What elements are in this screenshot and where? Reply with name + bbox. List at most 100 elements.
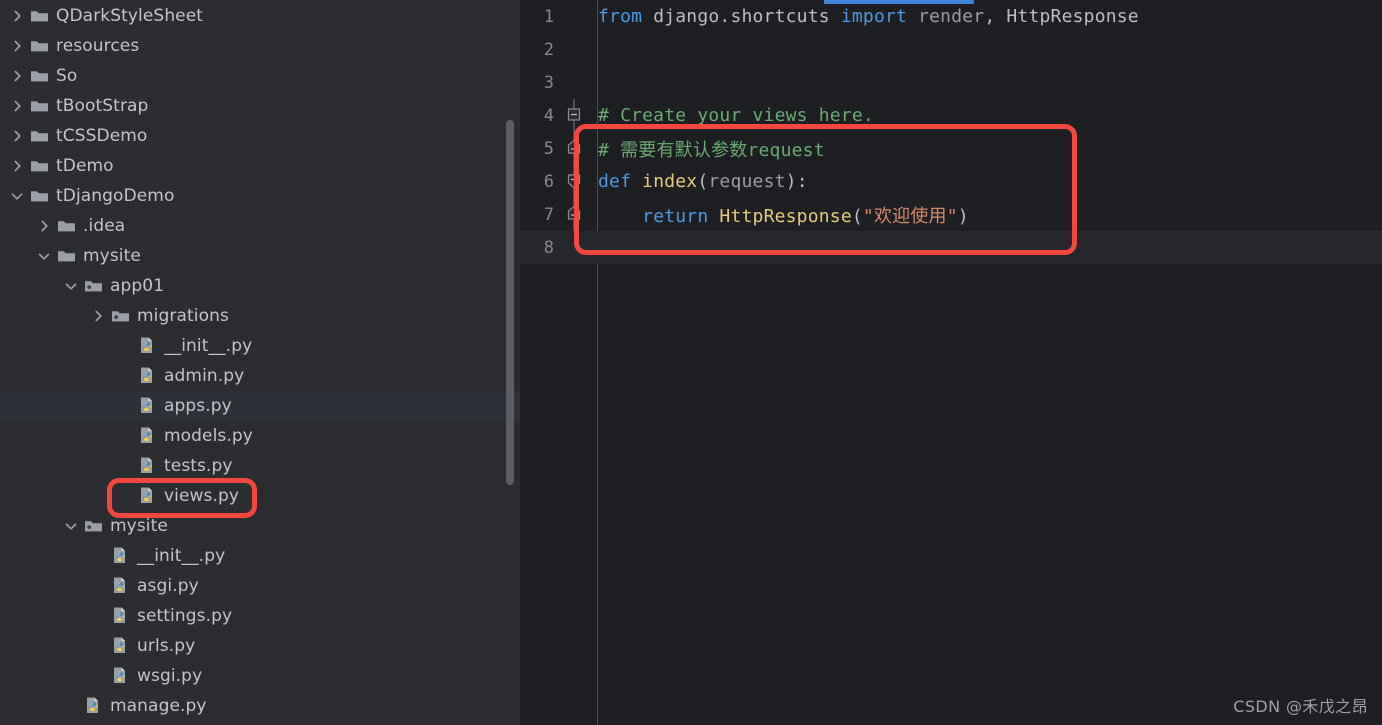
folder-icon (28, 126, 50, 146)
tree-item-label: __init__.py (137, 546, 226, 566)
chevron-right-icon[interactable] (8, 37, 26, 55)
chevron-down-icon[interactable] (62, 517, 80, 535)
tree-item-label: urls.py (137, 636, 196, 656)
chevron-right-icon[interactable] (8, 67, 26, 85)
tree-item-mysite[interactable]: mysite (0, 241, 520, 271)
folder-icon (28, 186, 50, 206)
code-token: ( (697, 171, 709, 192)
project-tree-panel[interactable]: QDarkStyleSheet resources So tBootStrap tCSS… (0, 0, 520, 725)
tree-item-tdjangodemo[interactable]: tDjangoDemo (0, 181, 520, 211)
tree-item-so[interactable]: So (0, 61, 520, 91)
code-line-6[interactable]: 6 def index(request): (520, 165, 1382, 198)
package-folder-icon (82, 516, 104, 536)
code-token: ) (957, 205, 969, 227)
python-file-icon (82, 696, 104, 716)
python-file-icon (136, 426, 158, 446)
code-area[interactable]: 1 from django.shortcuts import render, Ht… (520, 0, 1382, 725)
chevron-right-icon[interactable] (8, 127, 26, 145)
package-folder-icon (109, 306, 131, 326)
line-number: 5 (543, 138, 554, 159)
sidebar-scrollbar-track[interactable] (505, 0, 515, 725)
tree-item-admin-py[interactable]: admin.py (0, 361, 520, 391)
line-number: 6 (543, 171, 554, 192)
tree-item-idea[interactable]: .idea (0, 211, 520, 241)
code-editor-panel[interactable]: 1 from django.shortcuts import render, Ht… (520, 0, 1382, 725)
tree-item-tcssdemo[interactable]: tCSSDemo (0, 121, 520, 151)
chevron-down-icon[interactable] (8, 187, 26, 205)
code-fold-marker[interactable] (562, 33, 590, 66)
chevron-down-icon[interactable] (35, 247, 53, 265)
tree-item-apps-py[interactable]: apps.py (0, 391, 520, 421)
tree-item-tests-py[interactable]: tests.py (0, 451, 520, 481)
chevron-right-icon[interactable] (89, 307, 107, 325)
python-file-icon (136, 486, 158, 506)
code-fold-marker[interactable] (562, 231, 590, 264)
folder-icon (28, 96, 50, 116)
tree-item-tdemo[interactable]: tDemo (0, 151, 520, 181)
tree-item-label: apps.py (164, 396, 232, 416)
code-token: def (598, 171, 643, 192)
tree-item-urls-py[interactable]: urls.py (0, 631, 520, 661)
code-fold-marker[interactable] (562, 0, 590, 33)
code-token: # 需要有默认参数request (598, 139, 825, 161)
code-token: django.shortcuts (653, 6, 841, 27)
chevron-right-icon[interactable] (8, 7, 26, 25)
tree-item-label: tests.py (164, 456, 233, 476)
tree-item-tbootstrap[interactable]: tBootStrap (0, 91, 520, 121)
chevron-right-icon[interactable] (8, 157, 26, 175)
code-line-4[interactable]: 4 # Create your views here. (520, 99, 1382, 132)
code-line-7[interactable]: 7 return HttpResponse("欢迎使用") (520, 198, 1382, 231)
tree-item-label: tBootStrap (56, 96, 149, 116)
code-fold-marker[interactable] (562, 198, 590, 231)
tree-item-label: __init__.py (164, 336, 253, 356)
tree-item-asgi-py[interactable]: asgi.py (0, 571, 520, 601)
tree-item-label: QDarkStyleSheet (56, 6, 204, 26)
tree-item-resources[interactable]: resources (0, 31, 520, 61)
tree-item-views-py[interactable]: views.py (0, 481, 520, 511)
tree-item-models-py[interactable]: models.py (0, 421, 520, 451)
code-token: ( (851, 205, 863, 227)
python-file-icon (136, 336, 158, 356)
code-line-2[interactable]: 2 (520, 33, 1382, 66)
code-token: HttpResponse (719, 205, 852, 227)
tree-item-app01[interactable]: app01 (0, 271, 520, 301)
code-token: ): (785, 171, 808, 192)
chevron-right-icon[interactable] (35, 217, 53, 235)
tree-item-label: app01 (110, 276, 165, 296)
code-line-8[interactable]: 8 (520, 231, 1382, 264)
tree-item-mysite[interactable]: mysite (0, 511, 520, 541)
code-token: return (642, 205, 720, 227)
code-fold-marker[interactable] (562, 66, 590, 99)
chevron-right-icon[interactable] (8, 97, 26, 115)
python-file-icon (109, 636, 131, 656)
code-text: # 需要有默认参数request (590, 136, 825, 162)
line-number: 2 (543, 39, 554, 60)
tree-item-settings-py[interactable]: settings.py (0, 601, 520, 631)
tree-item-init-py[interactable]: __init__.py (0, 541, 520, 571)
code-line-5[interactable]: 5 # 需要有默认参数request (520, 132, 1382, 165)
folder-icon (28, 6, 50, 26)
tree-item-init-py[interactable]: __init__.py (0, 331, 520, 361)
code-fold-marker[interactable] (562, 132, 590, 165)
code-line-3[interactable]: 3 (520, 66, 1382, 99)
tree-item-qdarkstylesheet[interactable]: QDarkStyleSheet (0, 1, 520, 31)
tree-item-label: manage.py (110, 696, 207, 716)
tree-item-label: models.py (164, 426, 253, 446)
code-token: render (918, 6, 985, 27)
chevron-down-icon[interactable] (62, 277, 80, 295)
project-tree[interactable]: QDarkStyleSheet resources So tBootStrap tCSS… (0, 0, 520, 721)
code-fold-marker[interactable] (562, 99, 590, 132)
code-line-1[interactable]: 1 from django.shortcuts import render, Ht… (520, 0, 1382, 33)
tree-item-label: mysite (83, 246, 141, 266)
tree-item-manage-py[interactable]: manage.py (0, 691, 520, 721)
package-folder-icon (82, 276, 104, 296)
python-file-icon (109, 576, 131, 596)
code-token: import (840, 6, 919, 27)
tree-item-wsgi-py[interactable]: wsgi.py (0, 661, 520, 691)
code-fold-marker[interactable] (562, 165, 590, 198)
tree-item-migrations[interactable]: migrations (0, 301, 520, 331)
tree-item-label: tDjangoDemo (56, 186, 175, 206)
python-file-icon (136, 366, 158, 386)
sidebar-scrollbar-thumb[interactable] (506, 120, 514, 485)
